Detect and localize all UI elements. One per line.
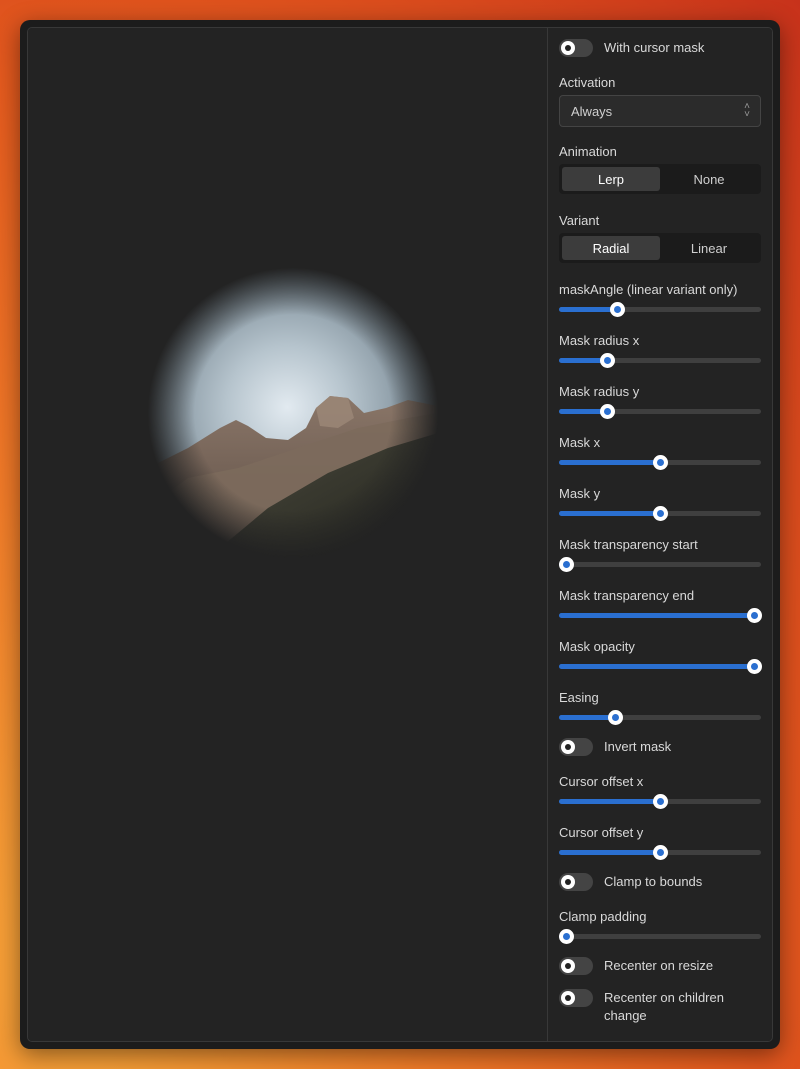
mask-radius-y-control: Mask radius y — [559, 384, 761, 419]
mask-radius-x-control: Mask radius x — [559, 333, 761, 368]
mask-x-slider[interactable] — [559, 455, 761, 470]
variant-option-linear[interactable]: Linear — [660, 236, 758, 260]
variant-option-radial[interactable]: Radial — [562, 236, 660, 260]
mask-y-slider[interactable] — [559, 506, 761, 521]
preview-canvas[interactable] — [28, 28, 547, 1041]
slider-thumb[interactable] — [600, 404, 616, 419]
recenter-on-resize-toggle[interactable] — [559, 957, 593, 975]
mask-angle-slider[interactable] — [559, 302, 761, 317]
mask-opacity-control: Mask opacity — [559, 639, 762, 674]
clamp-padding-control: Clamp padding — [559, 909, 761, 944]
activation-select[interactable]: Always ˄ ˅ — [559, 95, 761, 127]
invert-mask-toggle[interactable] — [559, 738, 593, 756]
animation-option-none[interactable]: None — [660, 167, 758, 191]
animation-label: Animation — [559, 144, 617, 159]
invert-mask-label: Invert mask — [604, 739, 672, 754]
mask-radius-x-slider[interactable] — [559, 353, 761, 368]
recenter-on-resize-label: Recenter on resize — [604, 958, 714, 973]
mask-opacity-slider[interactable] — [559, 659, 762, 674]
mountain-image — [148, 268, 438, 558]
clamp-to-bounds-toggle[interactable] — [559, 873, 593, 891]
mask-y-control: Mask y — [559, 486, 761, 521]
activation-select-value: Always — [571, 103, 613, 119]
recenter-on-resize-control[interactable]: Recenter on resize — [559, 957, 761, 975]
slider-thumb[interactable] — [600, 353, 616, 368]
slider-thumb[interactable] — [609, 302, 625, 317]
clamp-to-bounds-label: Clamp to bounds — [604, 874, 703, 889]
slider-thumb[interactable] — [607, 710, 623, 725]
with-cursor-mask-toggle[interactable] — [559, 39, 593, 57]
variant-control: Variant Radial Linear — [559, 213, 761, 263]
mask-transparency-end-slider[interactable] — [559, 608, 762, 623]
app-window: With cursor mask Activation Always ˄ ˅ An… — [20, 20, 780, 1049]
slider-thumb[interactable] — [653, 506, 668, 521]
activation-control: Activation Always ˄ ˅ — [559, 75, 761, 127]
mask-transparency-end-label: Mask transparency end — [559, 588, 695, 603]
slider-thumb[interactable] — [747, 608, 762, 623]
chevron-up-down-icon: ˄ ˅ — [744, 101, 750, 120]
animation-option-lerp[interactable]: Lerp — [562, 167, 660, 191]
clamp-to-bounds-control[interactable]: Clamp to bounds — [559, 873, 761, 891]
cursor-offset-x-control: Cursor offset x — [559, 774, 761, 809]
cursor-offset-x-slider[interactable] — [559, 794, 761, 809]
mask-angle-label: maskAngle (linear variant only) — [559, 282, 738, 297]
slider-thumb[interactable] — [559, 557, 574, 572]
mask-x-label: Mask x — [559, 435, 601, 450]
cursor-offset-y-label: Cursor offset y — [559, 825, 644, 840]
mask-radius-y-label: Mask radius y — [559, 384, 640, 399]
mask-transparency-start-control: Mask transparency start — [559, 537, 761, 572]
demo-frame: With cursor mask Activation Always ˄ ˅ An… — [27, 27, 773, 1042]
cursor-offset-x-label: Cursor offset x — [559, 774, 644, 789]
mask-transparency-end-control: Mask transparency end — [559, 588, 762, 623]
slider-thumb[interactable] — [653, 794, 668, 809]
mask-radius-x-label: Mask radius x — [559, 333, 640, 348]
easing-label: Easing — [559, 690, 599, 705]
easing-control: Easing — [559, 690, 761, 725]
mask-x-control: Mask x — [559, 435, 761, 470]
mask-angle-control: maskAngle (linear variant only) — [559, 282, 761, 317]
with-cursor-mask-label: With cursor mask — [604, 40, 705, 55]
slider-thumb[interactable] — [559, 929, 574, 944]
invert-mask-control[interactable]: Invert mask — [559, 738, 761, 756]
clamp-padding-slider[interactable] — [559, 929, 761, 944]
controls-panel: With cursor mask Activation Always ˄ ˅ An… — [547, 28, 772, 1041]
mask-transparency-start-slider[interactable] — [559, 557, 761, 572]
clamp-padding-label: Clamp padding — [559, 909, 647, 924]
recenter-on-children-change-control[interactable]: Recenter on children change — [559, 989, 761, 1025]
with-cursor-mask-control[interactable]: With cursor mask — [559, 39, 761, 57]
variant-segmented: Radial Linear — [559, 233, 761, 263]
variant-label: Variant — [559, 213, 600, 228]
mask-transparency-start-label: Mask transparency start — [559, 537, 698, 552]
mask-opacity-label: Mask opacity — [559, 639, 635, 654]
mask-radius-y-slider[interactable] — [559, 404, 761, 419]
slider-thumb[interactable] — [653, 455, 668, 470]
recenter-on-children-change-label: Recenter on children change — [604, 990, 724, 1023]
recenter-on-children-change-toggle[interactable] — [559, 989, 593, 1007]
cursor-mask-viewport — [148, 268, 438, 558]
slider-thumb[interactable] — [653, 845, 668, 860]
mask-y-label: Mask y — [559, 486, 601, 501]
slider-thumb[interactable] — [747, 659, 762, 674]
animation-control: Animation Lerp None — [559, 144, 761, 194]
cursor-offset-y-control: Cursor offset y — [559, 825, 761, 860]
animation-segmented: Lerp None — [559, 164, 761, 194]
cursor-offset-y-slider[interactable] — [559, 845, 761, 860]
activation-label: Activation — [559, 75, 616, 90]
easing-slider[interactable] — [559, 710, 761, 725]
